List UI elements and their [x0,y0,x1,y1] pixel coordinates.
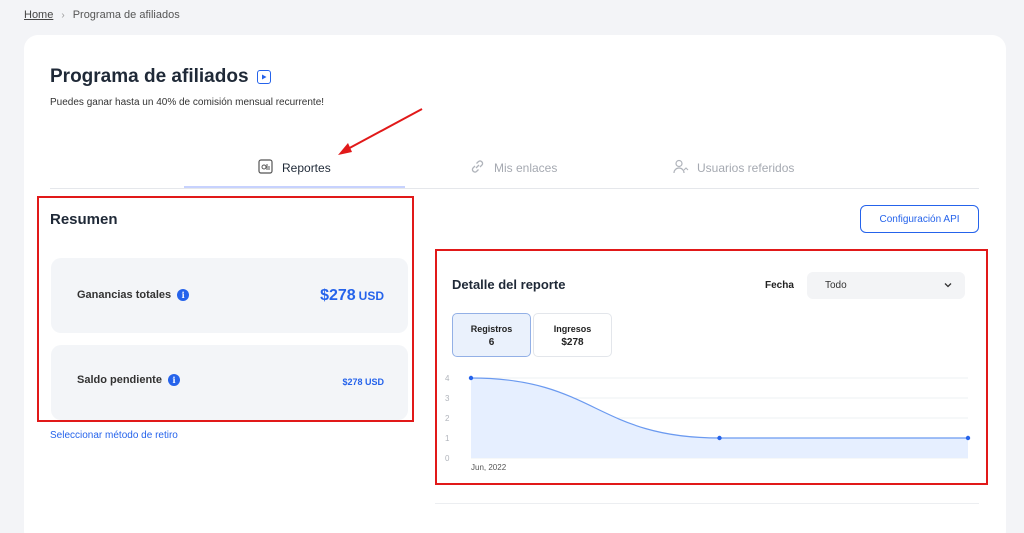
page-title: Programa de afiliados [50,66,271,88]
saldo-label: Saldo pendiente i [77,374,180,386]
data-point[interactable] [468,375,474,381]
fecha-label: Fecha [765,280,794,291]
saldo-label-text: Saldo pendiente [77,374,162,386]
breadcrumb: Home › Programa de afiliados [24,9,180,21]
tab-label: Usuarios referidos [697,161,795,175]
page-title-text: Programa de afiliados [50,66,249,87]
fecha-select-value: Todo [825,280,847,291]
data-point[interactable] [965,435,971,441]
metric-label: Registros [470,324,513,334]
saldo-value: $278 USD [342,377,384,387]
breadcrumb-home-link[interactable]: Home [24,9,53,21]
configuracion-api-button[interactable]: Configuración API [860,205,979,233]
ganancias-totales-card: Ganancias totales i $278 USD [51,258,408,333]
info-icon[interactable]: i [177,289,190,301]
fecha-select[interactable]: Todo [807,272,965,299]
ganancias-label-text: Ganancias totales [77,289,172,301]
y-tick-label: 4 [445,374,450,383]
tab-usuarios-referidos[interactable]: Usuarios referidos [672,148,794,188]
resumen-title: Resumen [50,211,118,228]
y-tick-label: 2 [445,414,450,423]
report-icon [257,158,274,178]
info-icon[interactable]: i [167,374,180,386]
y-tick-label: 0 [445,454,450,463]
annotation-arrow [338,108,423,155]
metric-value: $278 [561,337,584,348]
tab-label: Mis enlaces [494,161,558,175]
link-icon [469,158,486,178]
metric-ingresos[interactable]: Ingresos $278 [533,313,612,357]
y-tick-label: 3 [445,394,450,403]
metric-label: Ingresos [553,324,592,334]
report-chart: 4 3 2 1 0 Jun, 2022 [445,374,971,472]
metric-value: 6 [488,337,495,348]
tab-mis-enlaces[interactable]: Mis enlaces [469,148,557,188]
y-tick-label: 1 [445,434,450,443]
tab-reportes[interactable]: Reportes [257,148,331,188]
x-tick-label: Jun, 2022 [471,463,507,472]
breadcrumb-current: Programa de afiliados [72,9,180,21]
seleccionar-metodo-retiro-link[interactable]: Seleccionar método de retiro [50,430,178,441]
tab-bar: Reportes Mis enlaces Usuarios referidos [50,148,979,189]
ganancias-amount: $278 [320,287,356,304]
chevron-right-icon: › [61,9,65,21]
active-tab-indicator [184,186,405,188]
saldo-pendiente-card: Saldo pendiente i $278 USD [51,345,408,420]
tab-label: Reportes [282,161,331,175]
page-subtitle: Puedes ganar hasta un 40% de comisión me… [50,97,325,108]
data-point[interactable] [717,435,722,441]
ganancias-label: Ganancias totales i [77,289,190,301]
ganancias-value: $278 USD [320,287,384,305]
video-play-icon[interactable] [256,70,271,84]
users-icon [672,158,689,178]
divider [435,503,979,504]
report-title: Detalle del reporte [452,277,566,292]
ganancias-unit: USD [358,289,384,303]
metric-registros[interactable]: Registros 6 [452,313,531,357]
chevron-down-icon [944,283,952,288]
